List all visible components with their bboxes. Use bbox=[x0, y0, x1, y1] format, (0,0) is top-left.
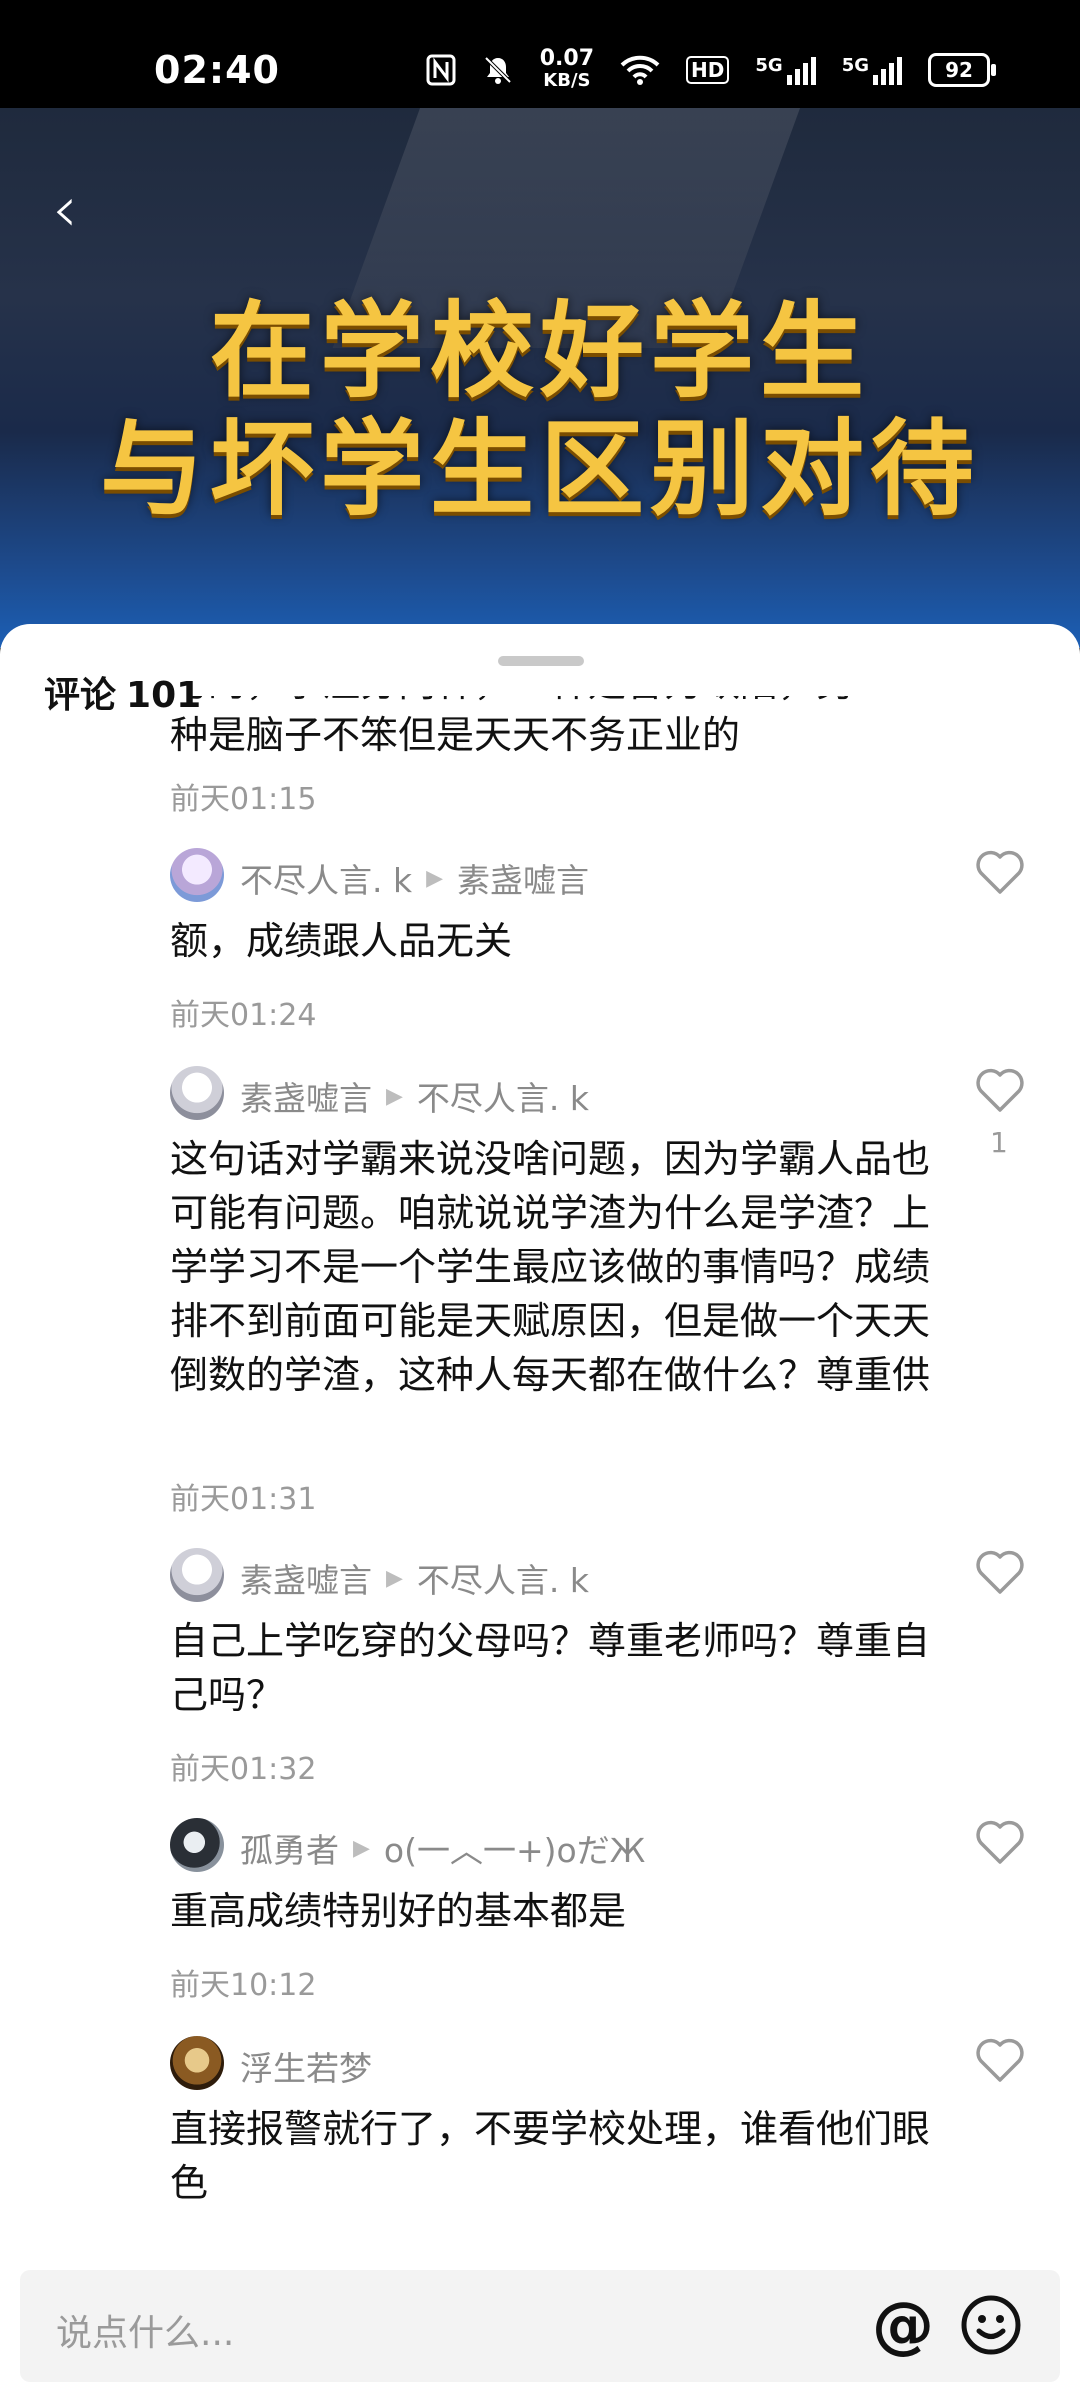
comment-author-line: 孤勇者 ▶ o(一︿一+)oだЖ bbox=[240, 1824, 645, 1872]
comment-reply-to[interactable]: 不尽人言. k bbox=[417, 1554, 589, 1602]
comment-input[interactable]: 说点什么... bbox=[56, 2304, 234, 2356]
comment-reply-to[interactable]: 素盏嘘言 bbox=[457, 854, 589, 902]
like-button[interactable] bbox=[972, 2032, 1028, 2088]
mute-bell-icon bbox=[482, 54, 514, 86]
avatar[interactable] bbox=[170, 1818, 224, 1872]
like-count: 1 bbox=[990, 1126, 1008, 1159]
comment-author-line: 浮生若梦 bbox=[240, 2042, 372, 2090]
avatar[interactable] bbox=[170, 1066, 224, 1120]
sheet-drag-handle[interactable] bbox=[498, 656, 584, 666]
video-headline-line2: 与坏学生区别对待 bbox=[99, 408, 980, 530]
heart-icon bbox=[976, 2038, 1024, 2082]
emoji-icon[interactable] bbox=[958, 2292, 1024, 2358]
comments-count: 101 bbox=[126, 675, 202, 716]
status-time: 02:40 bbox=[154, 48, 280, 92]
comment-input-bar[interactable]: 说点什么... @ bbox=[20, 2270, 1060, 2382]
avatar[interactable] bbox=[170, 848, 224, 902]
comment-time: 前天01:32 bbox=[170, 1752, 317, 1787]
like-button[interactable] bbox=[972, 1814, 1028, 1870]
comment-author[interactable]: 浮生若梦 bbox=[240, 2042, 372, 2090]
reply-arrow-icon: ▶ bbox=[386, 1083, 403, 1109]
heart-icon bbox=[976, 850, 1024, 894]
speed-unit: KB/S bbox=[543, 70, 591, 91]
comment-author-line: 素盏嘘言 ▶ 不尽人言. k bbox=[240, 1072, 589, 1120]
comment-time: 前天01:31 bbox=[170, 1482, 317, 1517]
comment-body: 这句话对学霸来说没啥问题，因为学霸人品也可能有问题。咱就说说学渣为什么是学渣？上… bbox=[170, 1137, 931, 1397]
signal-5g-label-2: 5G bbox=[841, 55, 869, 76]
status-icons: 0.07 KB/S HD 5G 5G 92 bbox=[426, 48, 996, 92]
comment-author[interactable]: 素盏嘘言 bbox=[240, 1554, 372, 1602]
reply-arrow-icon: ▶ bbox=[386, 1565, 403, 1591]
comment-author[interactable]: 素盏嘘言 bbox=[240, 1072, 372, 1120]
comment-time: 前天01:15 bbox=[170, 782, 317, 817]
status-bar: 02:40 0.07 KB/S HD 5G 5G 92 bbox=[0, 0, 1080, 108]
comment-author[interactable]: 不尽人言. k bbox=[240, 854, 412, 902]
reply-arrow-icon: ▶ bbox=[353, 1835, 370, 1861]
comment-body: 种是脑子不笨但是天天不务正业的 bbox=[170, 713, 741, 757]
reply-arrow-icon: ▶ bbox=[426, 865, 444, 891]
signal-5g-label: 5G bbox=[755, 55, 783, 76]
like-button[interactable] bbox=[972, 844, 1028, 900]
nfc-icon bbox=[426, 54, 456, 86]
comment-list[interactable]: 习的，学渣分两种，一种是智力缺陷，另 种是脑子不笨但是天天不务正业的 前天01:… bbox=[0, 696, 1080, 2270]
network-speed: 0.07 KB/S bbox=[540, 48, 594, 92]
comment-body: 直接报警就行了，不要学校处理，谁看他们眼色 bbox=[170, 2107, 931, 2205]
back-icon[interactable]: ‹ bbox=[52, 178, 92, 242]
like-button[interactable] bbox=[972, 1544, 1028, 1600]
comment-body: 重高成绩特别好的基本都是 bbox=[170, 1889, 627, 1933]
avatar[interactable] bbox=[170, 1548, 224, 1602]
video-player[interactable]: ‹ 在学校好学生 与坏学生区别对待 bbox=[0, 108, 1080, 648]
comment-author-line: 不尽人言. k ▶ 素盏嘘言 bbox=[240, 854, 589, 902]
comment-reply-to[interactable]: o(一︿一+)oだЖ bbox=[384, 1824, 645, 1872]
comment-time: 前天01:24 bbox=[170, 998, 317, 1033]
comment-body: 额，成绩跟人品无关 bbox=[170, 919, 513, 963]
wifi-icon bbox=[620, 55, 660, 85]
speed-value: 0.07 bbox=[539, 46, 595, 71]
heart-icon bbox=[976, 1550, 1024, 1594]
heart-icon bbox=[976, 1820, 1024, 1864]
comments-title: 评论 101 bbox=[44, 666, 201, 718]
comment-reply-to[interactable]: 不尽人言. k bbox=[417, 1072, 589, 1120]
heart-icon bbox=[976, 1068, 1024, 1112]
comment-author-line: 素盏嘘言 ▶ 不尽人言. k bbox=[240, 1554, 589, 1602]
battery-icon: 92 bbox=[928, 53, 996, 87]
comments-sheet: 评论101 习的，学渣分两种，一种是智力缺陷，另 种是脑子不笨但是天天不务正业的… bbox=[0, 624, 1080, 2400]
like-button[interactable] bbox=[972, 1062, 1028, 1118]
mention-button[interactable]: @ bbox=[870, 2292, 936, 2358]
comment-time: 前天10:12 bbox=[170, 1968, 317, 2003]
signal-5g-icon: 5G bbox=[755, 55, 816, 85]
comment-body: 自己上学吃穿的父母吗？尊重老师吗？尊重自己吗？ bbox=[170, 1619, 931, 1717]
avatar[interactable] bbox=[170, 2036, 224, 2090]
signal-5g-icon-2: 5G bbox=[842, 55, 902, 85]
comments-title-label: 评论 bbox=[44, 675, 117, 716]
hd-icon: HD bbox=[686, 56, 730, 84]
comment-author[interactable]: 孤勇者 bbox=[240, 1824, 339, 1872]
